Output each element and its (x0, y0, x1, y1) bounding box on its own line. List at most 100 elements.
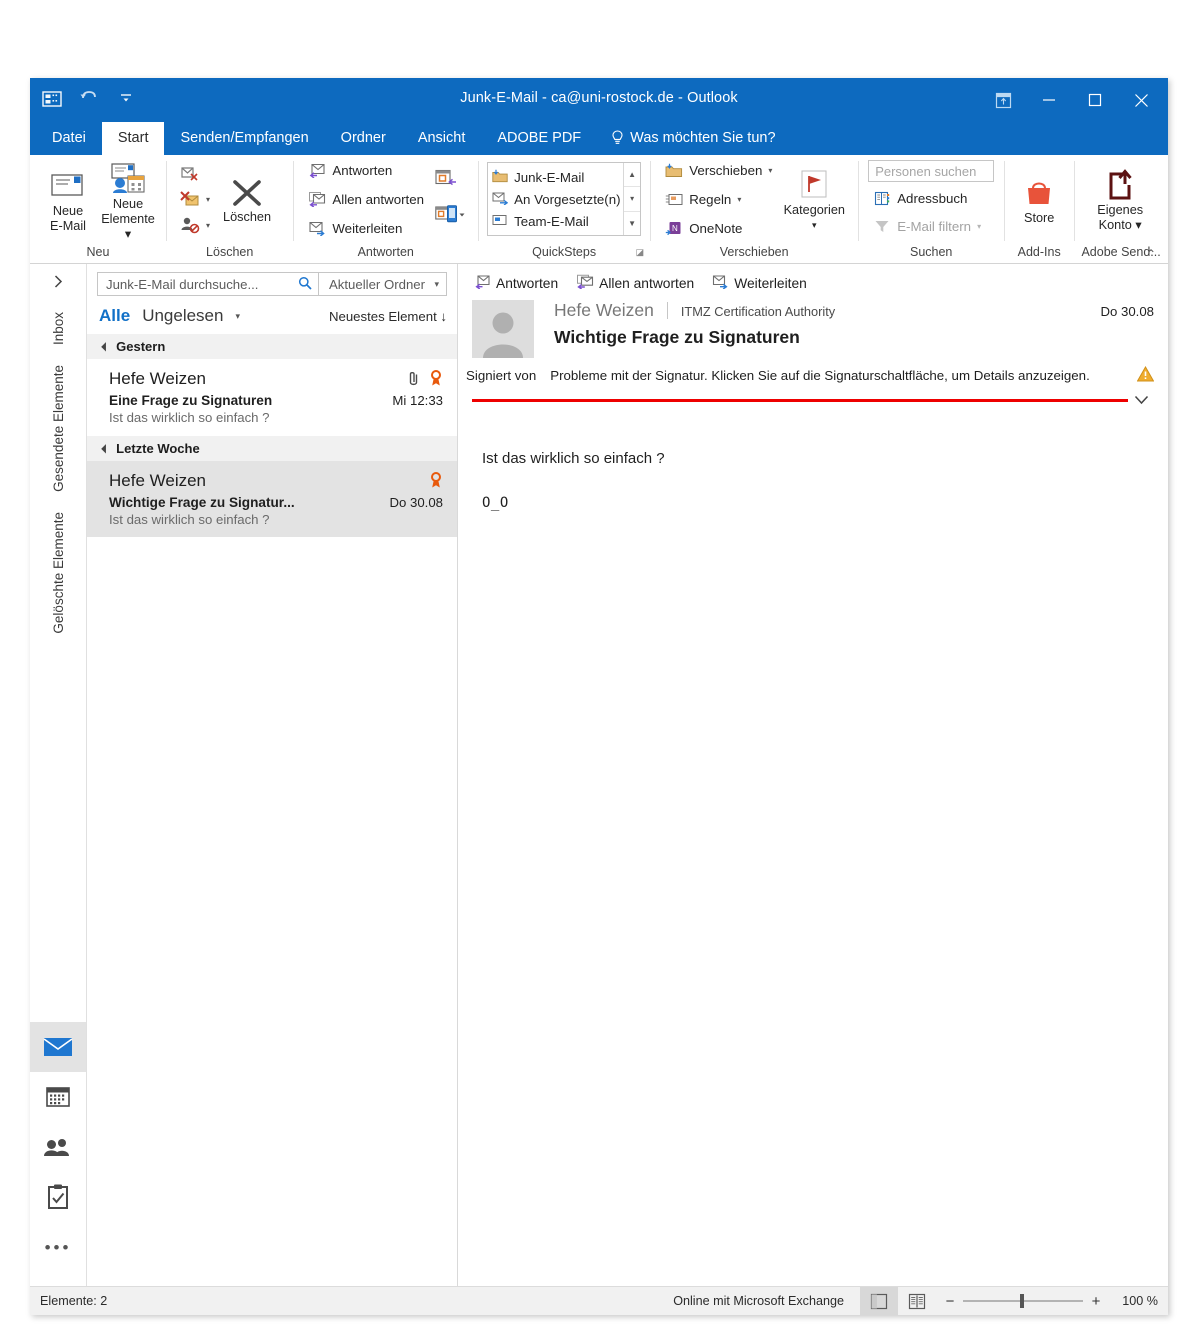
junk-button[interactable]: ▾ (176, 188, 214, 211)
sort-order[interactable]: Neuestes Element ↓ (329, 309, 447, 324)
quicksteps-scroll-down-icon[interactable]: ▾ (624, 186, 641, 210)
message-list-pane: Junk-E-Mail durchsuche... Aktueller Ordn… (87, 264, 458, 1286)
window-controls (980, 78, 1164, 122)
group-collapse-icon[interactable]: ◣ (101, 443, 112, 454)
tab-senden-empfangen[interactable]: Senden/Empfangen (164, 122, 324, 155)
clean-up-icon (180, 216, 200, 234)
undo-icon[interactable] (78, 87, 102, 111)
list-item-preview: Ist das wirklich so einfach ? (109, 512, 270, 527)
ribbon-display-options-icon[interactable] (980, 80, 1026, 120)
new-email-button[interactable]: Neue E-Mail (38, 164, 98, 234)
junk-caret-icon[interactable]: ▾ (206, 195, 210, 204)
message-sender[interactable]: Hefe Weizen (554, 300, 654, 321)
filter-email-caret-icon[interactable]: ▾ (977, 222, 981, 231)
expand-folder-pane-button[interactable] (30, 264, 86, 298)
list-item[interactable]: Hefe Weizen Eine Frage zu Signaturen Mi … (87, 359, 457, 436)
zoom-out-button[interactable]: − (944, 1293, 956, 1310)
customize-qat-icon[interactable] (116, 87, 140, 111)
zoom-slider[interactable] (963, 1294, 1083, 1308)
mail-nav-icon[interactable] (30, 1022, 86, 1072)
list-group-header-letzte-woche[interactable]: ◣ Letzte Woche (87, 436, 457, 461)
move-button[interactable]: Verschieben ▾ (660, 159, 776, 182)
people-nav-icon[interactable] (30, 1122, 86, 1172)
quickstep-team[interactable]: Team-E-Mail (492, 210, 623, 232)
filter-unread[interactable]: Ungelesen (142, 306, 223, 326)
reply-all-button[interactable]: Allen antworten (303, 188, 428, 211)
quicksteps-scrollbar[interactable]: ▲ ▾ ▼ (623, 163, 641, 235)
zoom-in-button[interactable]: + (1090, 1293, 1102, 1310)
zoom-slider-thumb[interactable] (1020, 1294, 1024, 1308)
tell-me-box[interactable]: Was möchten Sie tun? (597, 122, 791, 155)
tab-start[interactable]: Start (101, 122, 165, 155)
warning-triangle-icon[interactable] (1136, 365, 1155, 385)
store-button[interactable]: Store (1012, 173, 1066, 226)
forward-icon (307, 220, 327, 236)
filter-more-chevron-icon[interactable]: ▾ (235, 311, 240, 322)
calendar-nav-icon[interactable] (30, 1072, 86, 1122)
quicksteps-more-icon[interactable]: ▼ (624, 210, 641, 235)
cleanup-caret-icon[interactable]: ▾ (206, 221, 210, 230)
reply-button[interactable]: Antworten (303, 159, 428, 182)
list-item[interactable]: Hefe Weizen Wichtige Frage zu Signatur..… (87, 461, 457, 538)
forward-button[interactable]: Weiterleiten (303, 217, 428, 240)
maximize-icon[interactable] (1072, 80, 1118, 120)
search-scope-dropdown[interactable]: Aktueller Ordner ▾ (319, 272, 447, 296)
address-book-button[interactable]: Adressbuch (868, 187, 994, 210)
reading-forward-button[interactable]: Weiterleiten (712, 274, 807, 292)
quicksteps-dialog-launcher-icon[interactable]: ◪ (636, 243, 645, 261)
collapse-ribbon-icon[interactable]: ⌃ (1140, 247, 1162, 261)
signature-row[interactable]: Signiert von Probleme mit der Signatur. … (458, 358, 1168, 385)
reading-reply-button[interactable]: Antworten (474, 274, 558, 292)
normal-view-icon[interactable] (860, 1287, 898, 1315)
meeting-reply-icon[interactable] (435, 169, 465, 193)
quickstep-junk-label: Junk-E-Mail (514, 169, 585, 185)
tasks-nav-icon[interactable] (30, 1172, 86, 1222)
group-collapse-icon[interactable]: ◣ (101, 341, 112, 352)
list-group-header-gestern[interactable]: ◣ Gestern (87, 334, 457, 359)
new-items-button[interactable]: Neue Elemente ▾ (98, 157, 158, 242)
avatar (472, 300, 534, 358)
search-input[interactable]: Junk-E-Mail durchsuche... (97, 272, 319, 296)
delete-small-buttons: ▾ ▾ (174, 162, 216, 237)
tab-ansicht[interactable]: Ansicht (402, 122, 482, 155)
categorize-button[interactable]: Kategorien ▾ (778, 165, 850, 233)
tab-adobe-pdf[interactable]: ADOBE PDF (481, 122, 597, 155)
quickstep-manager[interactable]: An Vorgesetzte(n) (492, 188, 623, 210)
filter-all[interactable]: Alle (99, 306, 130, 326)
rail-folder-gesendete-elemente[interactable]: Gesendete Elemente (51, 355, 66, 502)
status-items-count: Elemente: 2 (40, 1294, 108, 1308)
people-search-input[interactable]: Personen suchen (868, 160, 995, 182)
close-icon[interactable] (1118, 80, 1164, 120)
reading-reply-all-button[interactable]: Allen antworten (576, 274, 694, 292)
search-icon[interactable] (298, 276, 312, 293)
rail-folder-geloeschte-elemente[interactable]: Gelöschte Elemente (51, 502, 66, 644)
zoom-level[interactable]: 100 % (1114, 1294, 1168, 1308)
tab-ordner[interactable]: Ordner (325, 122, 402, 155)
rules-caret-icon[interactable]: ▾ (737, 195, 741, 204)
filter-funnel-icon (872, 219, 892, 234)
chevron-down-icon[interactable]: ▾ (434, 279, 439, 290)
message-body: Ist das wirklich so einfach ? O_O (458, 408, 1168, 1286)
quicksteps-scroll-up-icon[interactable]: ▲ (624, 163, 640, 186)
delete-button[interactable]: Löschen (216, 174, 278, 225)
minimize-icon[interactable] (1026, 80, 1072, 120)
rail-folder-inbox[interactable]: Inbox (51, 302, 66, 355)
more-nav-icon[interactable]: ••• (30, 1222, 86, 1272)
filter-email-button[interactable]: E-Mail filtern ▾ (868, 215, 994, 238)
zoom-control[interactable]: − + (936, 1293, 1114, 1310)
reading-view-icon[interactable] (898, 1287, 936, 1315)
tab-datei[interactable]: Datei (36, 122, 102, 155)
quicksteps-gallery[interactable]: Junk-E-Mail An Vorgesetzte(n) Team-E-Mai… (487, 162, 642, 236)
own-account-button[interactable]: Eigenes Konto ▾ (1082, 165, 1158, 233)
touch-mode-icon[interactable] (40, 87, 64, 111)
quickstep-junk[interactable]: Junk-E-Mail (492, 166, 623, 188)
ignore-button[interactable] (176, 162, 214, 185)
rules-button[interactable]: Regeln ▾ (660, 188, 776, 211)
move-caret-icon[interactable]: ▾ (768, 166, 772, 175)
chevron-down-icon[interactable] (1128, 393, 1154, 408)
onenote-button[interactable]: N OneNote (660, 217, 776, 240)
ribbon-group-addins: Store Add-Ins (1004, 155, 1074, 263)
more-respond-icon[interactable] (435, 205, 465, 229)
cleanup-button[interactable]: ▾ (176, 214, 214, 237)
reading-pane: Antworten Allen antworten Weiterleiten H… (458, 264, 1168, 1286)
